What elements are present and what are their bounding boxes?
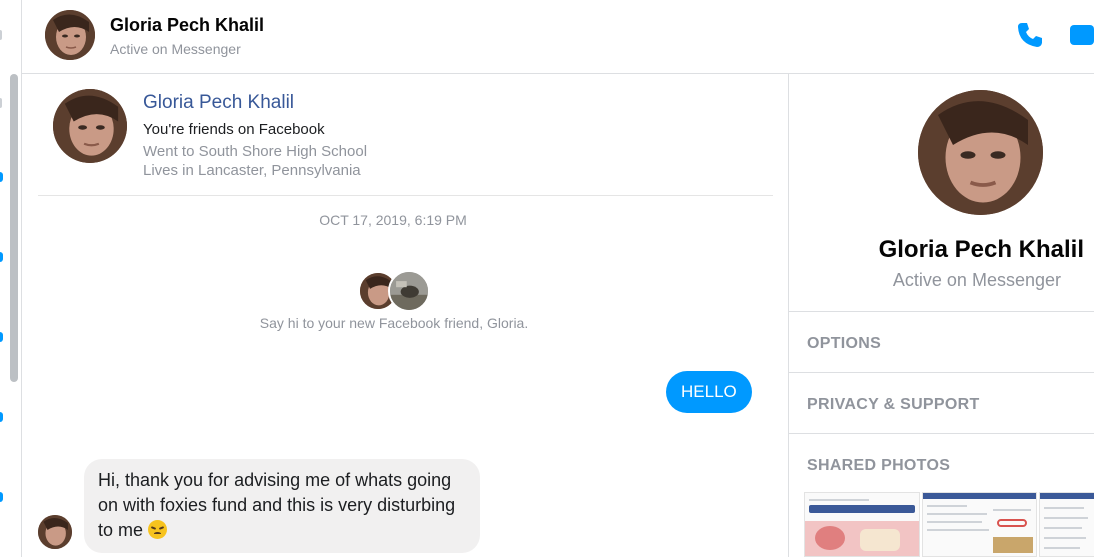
shared-photo[interactable] [804, 492, 920, 557]
shared-photos-grid [804, 492, 1094, 557]
message-thread: Gloria Pech Khalil You're friends on Fac… [23, 75, 788, 557]
phone-icon[interactable] [1015, 20, 1045, 50]
scrollbar[interactable] [10, 74, 18, 382]
new-friend-notice: Say hi to your new Facebook friend, Glor… [259, 315, 529, 331]
divider [789, 311, 1094, 312]
conversation-list-strip [0, 0, 22, 557]
profile-photo-icon [45, 10, 95, 60]
contact-details-panel: Gloria Pech Khalil Active on Messenger O… [788, 74, 1094, 557]
school-info: Went to South Shore High School [143, 143, 368, 160]
contact-name: Gloria Pech Khalil [110, 15, 265, 35]
divider [38, 195, 773, 196]
unread-dot [0, 492, 3, 502]
friends-status: You're friends on Facebook [143, 121, 325, 138]
avatar[interactable] [38, 515, 72, 549]
active-status: Active on Messenger [110, 41, 241, 57]
list-marker [0, 30, 2, 40]
unread-dot [0, 172, 3, 182]
outgoing-message[interactable]: HELLO [666, 371, 752, 413]
unread-dot [0, 332, 3, 342]
unread-dot [0, 412, 3, 422]
avatar[interactable] [45, 10, 95, 60]
divider [789, 372, 1094, 373]
shared-photos-section[interactable]: SHARED PHOTOS [807, 457, 950, 475]
options-section[interactable]: OPTIONS [807, 335, 881, 353]
profile-photo-icon [918, 90, 1043, 215]
avatar[interactable] [918, 90, 1043, 215]
unread-dot [0, 252, 3, 262]
panel-active-status: Active on Messenger [892, 270, 1061, 290]
avatar[interactable] [53, 89, 127, 163]
video-camera-icon[interactable] [1070, 25, 1094, 45]
shared-photo[interactable] [922, 492, 1037, 557]
avatar [388, 270, 430, 312]
list-marker [0, 98, 2, 108]
profile-photo-icon [53, 89, 127, 163]
message-timestamp: OCT 17, 2019, 6:19 PM [319, 212, 467, 228]
disappointed-face-icon [148, 520, 168, 539]
profile-photo-icon [38, 515, 72, 549]
panel-contact-name: Gloria Pech Khalil [878, 236, 1084, 263]
location-info: Lives in Lancaster, Pennsylvania [143, 162, 361, 179]
messenger-window: Gloria Pech Khalil Active on Messenger G… [0, 0, 1094, 557]
profile-name-link[interactable]: Gloria Pech Khalil [143, 92, 294, 114]
privacy-support-section[interactable]: PRIVACY & SUPPORT [807, 396, 980, 414]
incoming-message[interactable]: Hi, thank you for advising me of whats g… [84, 459, 480, 553]
conversation-header: Gloria Pech Khalil Active on Messenger [22, 0, 1094, 74]
shared-photo[interactable] [1039, 492, 1094, 557]
divider [789, 433, 1094, 434]
profile-photo-icon [390, 272, 428, 310]
